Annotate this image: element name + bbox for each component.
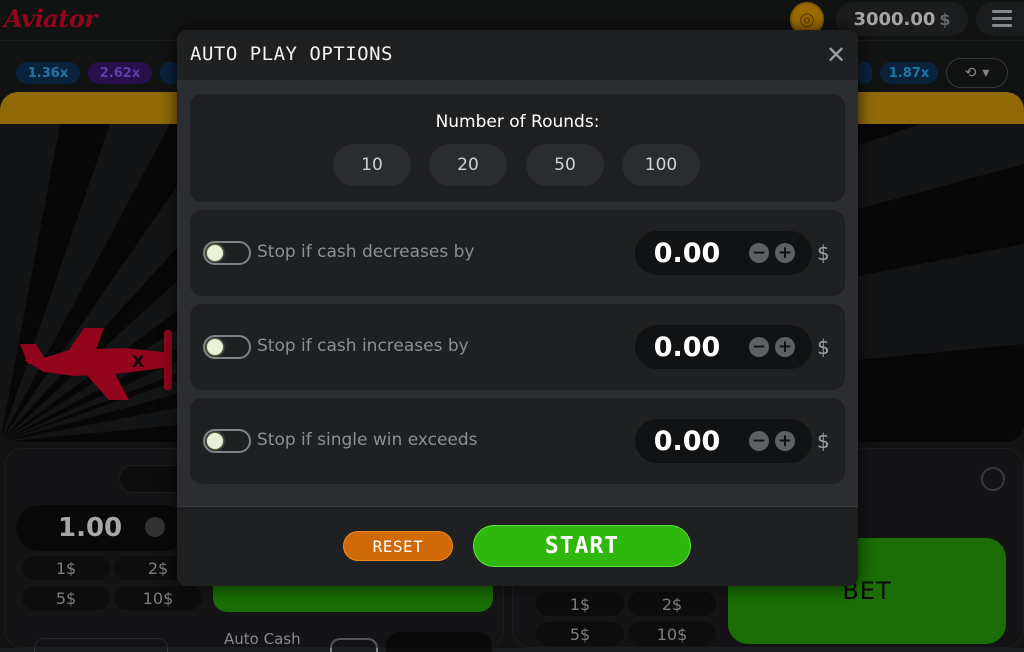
modal-title: AUTO PLAY OPTIONS bbox=[190, 43, 393, 65]
amount-value: 0.00 bbox=[653, 237, 721, 269]
round-option-50[interactable]: 50 bbox=[526, 144, 604, 186]
minus-icon[interactable]: − bbox=[749, 431, 769, 451]
amount-value: 0.00 bbox=[653, 331, 721, 363]
round-option-10[interactable]: 10 bbox=[333, 144, 411, 186]
start-button[interactable]: START bbox=[473, 525, 691, 567]
rounds-card: Number of Rounds: 10 20 50 100 bbox=[190, 94, 845, 202]
currency-sign: $ bbox=[817, 429, 830, 453]
plus-icon[interactable]: + bbox=[775, 243, 795, 263]
amount-value: 0.00 bbox=[653, 425, 721, 457]
currency-sign: $ bbox=[817, 335, 830, 359]
stop-rule-increase: Stop if cash increases by 0.00 − + $ bbox=[190, 304, 845, 390]
modal-footer: RESET START bbox=[177, 506, 858, 586]
round-option-20[interactable]: 20 bbox=[429, 144, 507, 186]
auto-play-modal: AUTO PLAY OPTIONS ✕ Number of Rounds: 10… bbox=[177, 30, 858, 586]
toggle-switch[interactable] bbox=[203, 429, 251, 453]
modal-header: AUTO PLAY OPTIONS ✕ bbox=[177, 30, 858, 80]
stop-rule-label: Stop if single win exceeds bbox=[257, 430, 478, 450]
toggle-switch[interactable] bbox=[203, 335, 251, 359]
round-option-100[interactable]: 100 bbox=[622, 144, 700, 186]
stop-rule-label: Stop if cash decreases by bbox=[257, 242, 475, 262]
currency-sign: $ bbox=[817, 241, 830, 265]
amount-input[interactable]: 0.00 − + bbox=[635, 419, 812, 463]
plus-icon[interactable]: + bbox=[775, 431, 795, 451]
stop-rule-single-win: Stop if single win exceeds 0.00 − + $ bbox=[190, 398, 845, 484]
stop-rule-label: Stop if cash increases by bbox=[257, 336, 469, 356]
amount-input[interactable]: 0.00 − + bbox=[635, 231, 812, 275]
rounds-label: Number of Rounds: bbox=[435, 112, 600, 132]
close-icon[interactable]: ✕ bbox=[823, 40, 849, 70]
reset-button[interactable]: RESET bbox=[343, 531, 453, 561]
minus-icon[interactable]: − bbox=[749, 337, 769, 357]
plus-icon[interactable]: + bbox=[775, 337, 795, 357]
amount-input[interactable]: 0.00 − + bbox=[635, 325, 812, 369]
toggle-switch[interactable] bbox=[203, 241, 251, 265]
stop-rule-decrease: Stop if cash decreases by 0.00 − + $ bbox=[190, 210, 845, 296]
minus-icon[interactable]: − bbox=[749, 243, 769, 263]
